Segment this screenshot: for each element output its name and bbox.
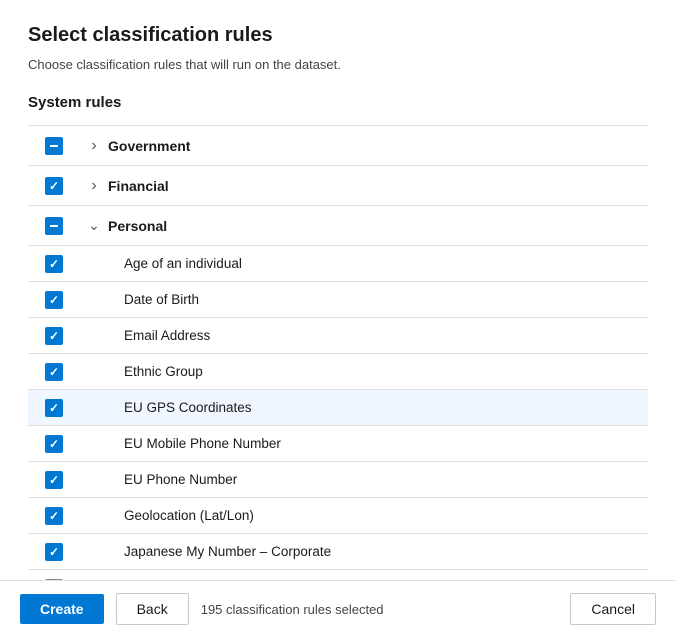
checkbox-cell: ✓ <box>28 255 80 273</box>
checkbox-cell: ✓ <box>28 177 80 195</box>
rule-row-email[interactable]: ✓ Email Address <box>28 318 648 354</box>
checkbox[interactable]: ✓ <box>45 435 63 453</box>
checkbox[interactable]: ✓ <box>45 543 63 561</box>
checkbox[interactable]: ✓ <box>45 507 63 525</box>
checkbox-cell: ✓ <box>28 435 80 453</box>
expand-icon[interactable] <box>80 217 108 234</box>
rule-label-dob: Date of Birth <box>108 284 648 315</box>
create-button[interactable]: Create <box>20 594 104 624</box>
checkbox-cell: ✓ <box>28 543 80 561</box>
rule-label-jpncorp: Japanese My Number – Corporate <box>108 536 648 567</box>
page-subtitle: Choose classification rules that will ru… <box>28 57 648 72</box>
checkbox[interactable]: ✓ <box>45 471 63 489</box>
rule-row-jpncorp[interactable]: ✓ Japanese My Number – Corporate <box>28 534 648 570</box>
category-row-financial[interactable]: ✓ Financial <box>28 166 648 206</box>
main-content: Select classification rules Choose class… <box>0 0 676 580</box>
category-label-personal: Personal <box>108 210 648 242</box>
category-label-financial: Financial <box>108 170 648 202</box>
rule-label-email: Email Address <box>108 320 648 351</box>
checkbox[interactable]: ✓ <box>45 363 63 381</box>
rule-label-eugps: EU GPS Coordinates <box>108 392 648 423</box>
checkbox[interactable]: ✓ <box>45 327 63 345</box>
checkbox-cell: ✓ <box>28 507 80 525</box>
checkbox[interactable]: ✓ <box>45 291 63 309</box>
checkbox-cell <box>28 217 80 235</box>
checkbox[interactable]: ✓ <box>45 177 63 195</box>
checkbox-cell: ✓ <box>28 471 80 489</box>
footer-status: 195 classification rules selected <box>201 602 384 617</box>
checkbox-cell: ✓ <box>28 399 80 417</box>
checkbox-cell <box>28 137 80 155</box>
rule-row-jpnpers[interactable]: Japanese My Number – Personal <box>28 570 648 580</box>
checkbox[interactable]: ✓ <box>45 255 63 273</box>
rule-row-age[interactable]: ✓ Age of an individual <box>28 246 648 282</box>
expand-icon[interactable] <box>80 137 108 155</box>
rule-list: Government ✓ Financial Personal ✓ Age of an i… <box>28 125 648 580</box>
category-label-government: Government <box>108 130 648 162</box>
cancel-button[interactable]: Cancel <box>570 593 656 625</box>
rule-row-eugps[interactable]: ✓ EU GPS Coordinates <box>28 390 648 426</box>
checkbox-cell: ✓ <box>28 327 80 345</box>
rule-label-ethnic: Ethnic Group <box>108 356 648 387</box>
rule-label-eumobile: EU Mobile Phone Number <box>108 428 648 459</box>
rule-label-jpnpers: Japanese My Number – Personal <box>108 572 648 580</box>
checkbox-cell: ✓ <box>28 291 80 309</box>
rule-row-ethnic[interactable]: ✓ Ethnic Group <box>28 354 648 390</box>
footer: Create Back 195 classification rules sel… <box>0 580 676 637</box>
rule-label-geo: Geolocation (Lat/Lon) <box>108 500 648 531</box>
category-row-government[interactable]: Government <box>28 126 648 166</box>
category-row-personal[interactable]: Personal <box>28 206 648 246</box>
section-title: System rules <box>28 94 648 111</box>
back-button[interactable]: Back <box>116 593 189 625</box>
rule-label-age: Age of an individual <box>108 248 648 279</box>
rule-label-euphone: EU Phone Number <box>108 464 648 495</box>
rule-row-euphone[interactable]: ✓ EU Phone Number <box>28 462 648 498</box>
checkbox[interactable]: ✓ <box>45 399 63 417</box>
rule-row-dob[interactable]: ✓ Date of Birth <box>28 282 648 318</box>
expand-icon[interactable] <box>80 177 108 195</box>
page-title: Select classification rules <box>28 24 648 47</box>
checkbox[interactable] <box>45 217 63 235</box>
rule-row-geo[interactable]: ✓ Geolocation (Lat/Lon) <box>28 498 648 534</box>
checkbox[interactable] <box>45 137 63 155</box>
checkbox-cell: ✓ <box>28 363 80 381</box>
rule-row-eumobile[interactable]: ✓ EU Mobile Phone Number <box>28 426 648 462</box>
